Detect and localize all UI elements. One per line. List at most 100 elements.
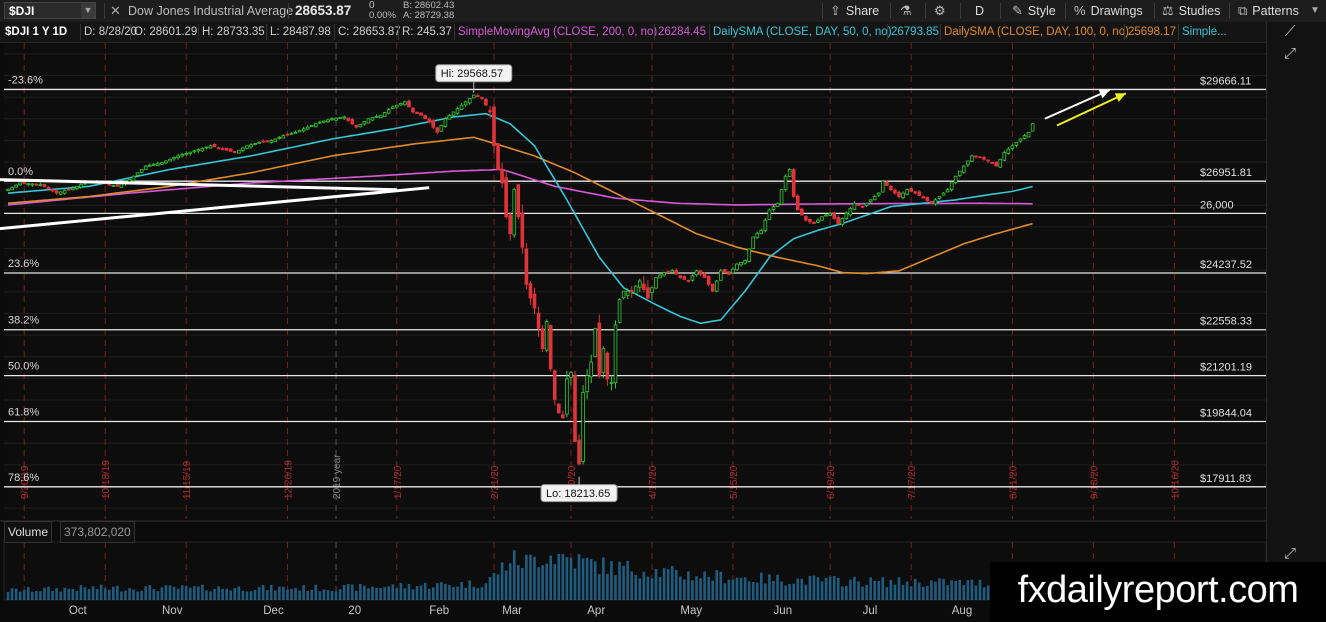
volume-bar bbox=[897, 577, 901, 600]
volume-bar bbox=[877, 581, 881, 600]
fib-price-label: $17911.83 bbox=[1200, 473, 1251, 485]
volume-bar bbox=[634, 574, 638, 600]
expand-icon[interactable]: ⤢ bbox=[1279, 544, 1301, 564]
candle-body bbox=[71, 187, 75, 190]
volume-bar bbox=[974, 585, 978, 600]
volume-bar bbox=[504, 570, 508, 600]
date-marker-label: 11/15/19 bbox=[182, 460, 193, 499]
symbol-input[interactable]: $DJI ▼ bbox=[4, 2, 96, 19]
volume-bar bbox=[140, 590, 143, 600]
candle-body bbox=[787, 169, 792, 177]
volume-bar bbox=[43, 587, 46, 600]
candle-body bbox=[759, 229, 764, 235]
month-label: Oct bbox=[69, 605, 88, 617]
volume-bar bbox=[55, 588, 58, 600]
style-button[interactable]: ✎ Style bbox=[1012, 0, 1056, 22]
candle-body bbox=[407, 100, 411, 108]
volume-bar bbox=[249, 591, 253, 600]
volume-bar bbox=[480, 587, 484, 600]
candle-body bbox=[378, 114, 383, 119]
candle-body bbox=[617, 299, 622, 323]
candle-body bbox=[605, 352, 610, 380]
volume-bar bbox=[958, 579, 962, 600]
volume-bar bbox=[950, 580, 953, 600]
drawings-button[interactable]: % Drawings bbox=[1074, 0, 1143, 22]
price-chart[interactable]: 9/20/19 10/18/19 11/15/19 12/20/19 2019 year… bbox=[0, 0, 1326, 622]
volume-bar bbox=[735, 577, 739, 600]
volume-bar bbox=[403, 588, 407, 600]
volume-bar bbox=[274, 590, 277, 600]
volume-bar bbox=[545, 563, 548, 600]
date-marker-label: 7/17/20 bbox=[907, 465, 918, 499]
volume-bar bbox=[350, 584, 354, 600]
candle-body bbox=[435, 127, 440, 133]
candle-body bbox=[783, 175, 788, 191]
chevron-down-icon[interactable]: ▼ bbox=[81, 3, 95, 18]
volume-bar bbox=[934, 581, 937, 600]
candle-body bbox=[204, 146, 209, 149]
top-toolbar: $DJI ▼ ✕ Dow Jones Industrial Average 28… bbox=[0, 0, 1326, 23]
volume-bar bbox=[687, 571, 690, 600]
candle-body bbox=[909, 188, 913, 192]
candle-body bbox=[147, 164, 152, 167]
volume-bar bbox=[269, 584, 273, 600]
sma100-label[interactable]: DailySMA (CLOSE, DAY, 100, 0, no) bbox=[940, 24, 1132, 40]
volume-bar bbox=[51, 590, 54, 600]
candle-body bbox=[723, 269, 727, 273]
expand-icon[interactable]: ⤢ bbox=[1279, 44, 1301, 64]
volume-bar bbox=[128, 588, 131, 600]
flask-button[interactable]: ⚗ bbox=[900, 0, 917, 22]
study-info-bar: $DJI 1 Y 1D D: 8/28/20 O: 28601.29 H: 28… bbox=[0, 22, 1266, 43]
volume-bar bbox=[164, 585, 168, 600]
volume-bar bbox=[618, 561, 621, 600]
volume-bar bbox=[926, 585, 929, 600]
sma50-label[interactable]: DailySMA (CLOSE, DAY, 50, 0, no) bbox=[709, 24, 895, 40]
candle-body bbox=[844, 212, 849, 219]
fib-label: -23.6% bbox=[8, 74, 43, 86]
candle-body bbox=[775, 202, 780, 207]
candle-body bbox=[808, 219, 812, 223]
cross-icon[interactable]: ✕ bbox=[110, 0, 121, 22]
more-studies[interactable]: Simple... bbox=[1178, 24, 1230, 40]
volume-bar bbox=[261, 584, 265, 600]
candle-body bbox=[492, 106, 496, 147]
volume-bar bbox=[674, 569, 678, 600]
candle-body bbox=[885, 181, 889, 186]
volume-bar bbox=[561, 554, 565, 600]
volume-bar bbox=[788, 583, 791, 600]
candle-body bbox=[621, 290, 626, 299]
candle-body bbox=[350, 118, 355, 125]
candle-body bbox=[962, 165, 966, 173]
candle-body bbox=[548, 325, 553, 370]
volume-bar bbox=[440, 582, 443, 600]
chevron-down-icon[interactable]: ▼ bbox=[1310, 0, 1320, 22]
patterns-button[interactable]: ⧉ Patterns bbox=[1238, 0, 1299, 22]
candle-body bbox=[743, 260, 747, 264]
candle-body bbox=[192, 150, 197, 153]
volume-bar bbox=[553, 564, 557, 600]
sma200-label[interactable]: SimpleMovingAvg (CLOSE, 200, 0, no) bbox=[454, 24, 660, 40]
month-label: Feb bbox=[429, 605, 449, 617]
time-axis[interactable]: Oct Nov Dec 20 Feb Mar Apr May Jun Jul Aug bbox=[69, 605, 972, 617]
studies-button[interactable]: ⚖ Studies bbox=[1162, 0, 1220, 22]
share-button[interactable]: ⇪ Share bbox=[830, 0, 879, 22]
candle-body bbox=[714, 280, 719, 292]
candle-body bbox=[338, 117, 342, 120]
candle-body bbox=[1014, 141, 1019, 146]
candle-body bbox=[674, 269, 679, 275]
candle-body bbox=[508, 214, 512, 235]
draw-line-icon[interactable]: ⟋ bbox=[1279, 22, 1301, 42]
settings-button[interactable]: ⚙ bbox=[934, 0, 951, 22]
volume-bar bbox=[784, 585, 787, 600]
candle-body bbox=[160, 162, 164, 165]
share-icon: ⇪ bbox=[830, 3, 841, 18]
candle-body bbox=[982, 156, 986, 160]
volume-bar bbox=[452, 586, 455, 600]
candle-body bbox=[779, 189, 784, 205]
period-button[interactable]: D bbox=[975, 0, 984, 22]
volume-bar bbox=[776, 574, 779, 600]
candle-body bbox=[156, 163, 160, 167]
fib-label: 78.6% bbox=[8, 472, 39, 484]
candle-body bbox=[390, 106, 395, 109]
volume-bar bbox=[982, 587, 986, 600]
